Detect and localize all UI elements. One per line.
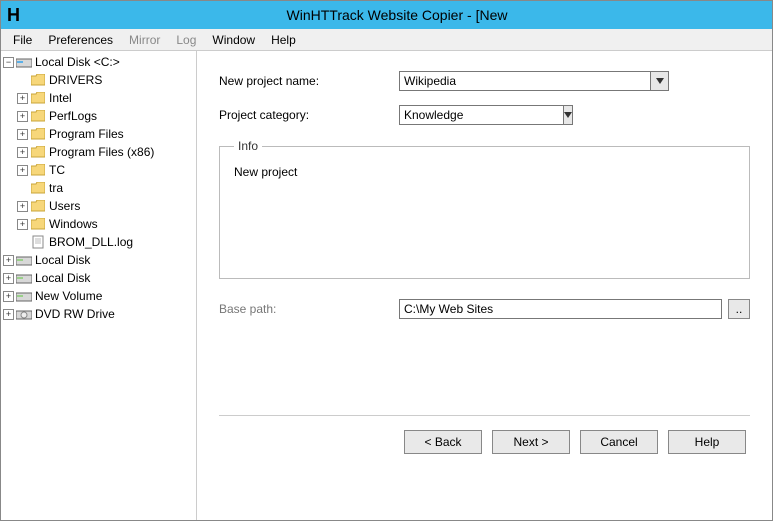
menubar: File Preferences Mirror Log Window Help <box>1 29 772 51</box>
expand-icon[interactable]: + <box>17 219 28 230</box>
back-button[interactable]: < Back <box>404 430 482 454</box>
chevron-down-icon <box>656 78 664 84</box>
menu-file[interactable]: File <box>5 31 40 49</box>
folder-icon <box>30 72 46 88</box>
info-text: New project <box>234 165 739 179</box>
drive-icon <box>16 252 32 268</box>
browse-button[interactable]: .. <box>728 299 750 319</box>
tree-label: Local Disk <box>35 271 90 285</box>
collapse-icon[interactable]: − <box>3 57 14 68</box>
cancel-button[interactable]: Cancel <box>580 430 658 454</box>
form-pane: New project name: Project category: Info… <box>197 51 772 520</box>
tree-label: Local Disk <C:> <box>35 55 120 69</box>
folder-icon <box>30 216 46 232</box>
tree-spacer <box>17 75 28 86</box>
tree-node-folder[interactable]: + TC <box>1 161 196 179</box>
tree-label: New Volume <box>35 289 102 303</box>
folder-icon <box>30 144 46 160</box>
drive-icon <box>16 270 32 286</box>
project-name-dropdown-button[interactable] <box>651 71 669 91</box>
tree-node-folder[interactable]: + PerfLogs <box>1 107 196 125</box>
tree-label: Local Disk <box>35 253 90 267</box>
expand-icon[interactable]: + <box>17 201 28 212</box>
expand-icon[interactable]: + <box>17 165 28 176</box>
drive-icon <box>16 54 32 70</box>
next-button[interactable]: Next > <box>492 430 570 454</box>
category-dropdown-button[interactable] <box>564 105 573 125</box>
expand-icon[interactable]: + <box>3 291 14 302</box>
tree-node-folder[interactable]: + Program Files <box>1 125 196 143</box>
tree-label: BROM_DLL.log <box>49 235 133 249</box>
expand-icon[interactable]: + <box>17 93 28 104</box>
tree-label: Program Files (x86) <box>49 145 154 159</box>
info-legend: Info <box>234 139 262 153</box>
basepath-label: Base path: <box>219 302 399 316</box>
tree-spacer <box>17 183 28 194</box>
tree-node-file[interactable]: BROM_DLL.log <box>1 233 196 251</box>
menu-log[interactable]: Log <box>168 31 204 49</box>
titlebar: H WinHTTrack Website Copier - [New <box>1 1 772 29</box>
tree-label: Users <box>49 199 80 213</box>
folder-icon <box>30 90 46 106</box>
tree-node-folder[interactable]: tra <box>1 179 196 197</box>
menu-help[interactable]: Help <box>263 31 304 49</box>
folder-icon <box>30 198 46 214</box>
chevron-down-icon <box>564 112 572 118</box>
expand-icon[interactable]: + <box>3 273 14 284</box>
tree-node-drive[interactable]: + Local Disk <box>1 251 196 269</box>
tree-pane[interactable]: − Local Disk <C:> DRIVERS + Intel + PerfLogs… <box>1 51 197 520</box>
file-icon <box>30 234 46 250</box>
tree-label: tra <box>49 181 63 195</box>
tree-label: DVD RW Drive <box>35 307 115 321</box>
help-button[interactable]: Help <box>668 430 746 454</box>
tree-label: DRIVERS <box>49 73 102 87</box>
tree-label: Windows <box>49 217 98 231</box>
expand-icon[interactable]: + <box>17 111 28 122</box>
tree-node-folder[interactable]: + Users <box>1 197 196 215</box>
expand-icon[interactable]: + <box>3 309 14 320</box>
expand-icon[interactable]: + <box>3 255 14 266</box>
project-name-label: New project name: <box>219 74 399 88</box>
tree-node-folder[interactable]: DRIVERS <box>1 71 196 89</box>
folder-icon <box>30 108 46 124</box>
folder-icon <box>30 180 46 196</box>
app-icon: H <box>7 5 20 26</box>
tree-node-drive[interactable]: + DVD RW Drive <box>1 305 196 323</box>
category-label: Project category: <box>219 108 399 122</box>
tree-node-folder[interactable]: + Intel <box>1 89 196 107</box>
expand-icon[interactable]: + <box>17 147 28 158</box>
tree-spacer <box>17 237 28 248</box>
info-fieldset: Info New project <box>219 139 750 279</box>
category-input[interactable] <box>399 105 564 125</box>
folder-icon <box>30 126 46 142</box>
tree-node-folder[interactable]: + Windows <box>1 215 196 233</box>
drive-icon <box>16 288 32 304</box>
tree-label: TC <box>49 163 65 177</box>
tree-node-root[interactable]: − Local Disk <C:> <box>1 53 196 71</box>
separator <box>219 415 750 416</box>
wizard-buttons: < Back Next > Cancel Help <box>219 430 750 454</box>
menu-mirror[interactable]: Mirror <box>121 31 168 49</box>
drive-icon <box>16 306 32 322</box>
window-title: WinHTTrack Website Copier - [New <box>28 7 766 23</box>
tree-node-folder[interactable]: + Program Files (x86) <box>1 143 196 161</box>
basepath-input[interactable] <box>399 299 722 319</box>
expand-icon[interactable]: + <box>17 129 28 140</box>
menu-preferences[interactable]: Preferences <box>40 31 121 49</box>
project-name-input[interactable] <box>399 71 651 91</box>
folder-icon <box>30 162 46 178</box>
tree-label: Intel <box>49 91 72 105</box>
tree-node-drive[interactable]: + Local Disk <box>1 269 196 287</box>
tree-label: PerfLogs <box>49 109 97 123</box>
menu-window[interactable]: Window <box>204 31 263 49</box>
tree-node-drive[interactable]: + New Volume <box>1 287 196 305</box>
tree-label: Program Files <box>49 127 124 141</box>
